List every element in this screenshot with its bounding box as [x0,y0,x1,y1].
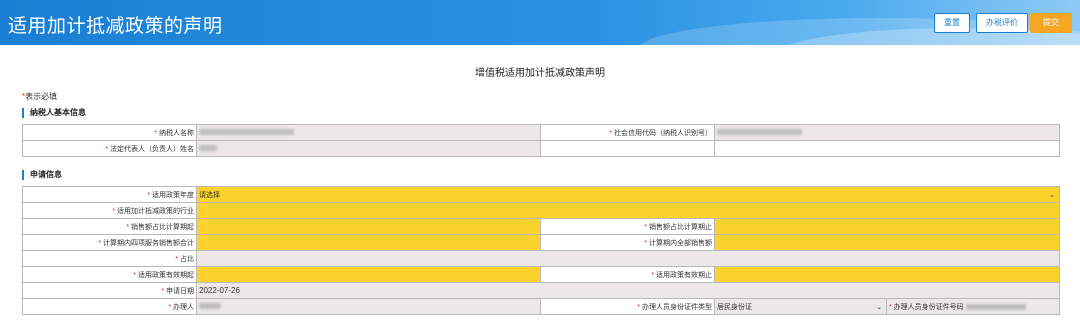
total-sales-label: * 计算期内全部销售额 [540,234,715,251]
evaluate-button[interactable]: 办税评价 [976,13,1028,33]
page-header: 适用加计抵减政策的声明 重置 办税评价 提交 [0,0,1080,45]
apply-date-label: * 申请日期 [22,282,197,299]
required-note-text: 表示必填 [25,92,58,101]
four-service-sales-label: * 计算期内四项服务销售额合计 [22,234,197,251]
taxpayer-name-value [196,124,541,141]
sales-period-start-label: * 销售额占比计算期起 [22,218,197,235]
credit-code-value [714,124,1060,141]
taxpayer-info-table: * 纳税人名称 * 社会信用代码（纳税人识别号） * 法定代表人（负责人）姓名 [22,124,1060,157]
handler-id-type-select[interactable]: 居民身份证 ⌄ [714,298,887,315]
handler-id-type-label: * 办理人员身份证件类型 [540,298,715,315]
application-info-table: * 适用政策年度 请选择 ⌄ * 适用加计抵减政策的行业 * 销售额占比计算期起 … [22,186,1060,315]
empty-cell [714,140,1060,157]
required-note: *表示必填 [22,91,57,102]
page-title: 适用加计抵减政策的声明 [8,16,223,37]
valid-end-input[interactable] [714,266,1060,283]
apply-date-value: 2022-07-26 [196,282,1060,299]
valid-start-input[interactable] [196,266,541,283]
application-section-title: 申请信息 [22,170,62,180]
legal-rep-value [196,140,541,157]
four-service-sales-input[interactable] [196,234,541,251]
document-title: 增值税适用加计抵减政策声明 [475,68,605,79]
ratio-value [196,250,1060,267]
sales-period-start-input[interactable] [196,218,541,235]
sales-period-end-input[interactable] [714,218,1060,235]
reset-button[interactable]: 重置 [934,13,970,33]
sales-period-end-label: * 销售额占比计算期止 [540,218,715,235]
industry-input[interactable] [196,202,1060,219]
credit-code-label: * 社会信用代码（纳税人识别号） [540,124,715,141]
chevron-down-icon: ⌄ [1049,191,1055,199]
total-sales-input[interactable] [714,234,1060,251]
handler-id-number-cell: * 办理人员身份证件号码 [886,298,1060,315]
legal-rep-label: * 法定代表人（负责人）姓名 [22,140,197,157]
policy-year-label: * 适用政策年度 [22,186,197,203]
submit-button[interactable]: 提交 [1030,13,1072,33]
industry-label: * 适用加计抵减政策的行业 [22,202,197,219]
handler-label: * 办理人 [22,298,197,315]
empty-cell [540,140,715,157]
policy-year-select[interactable]: 请选择 ⌄ [196,186,1060,203]
taxpayer-section-title: 纳税人基本信息 [22,108,86,118]
handler-id-number-label: 办理人员身份证件号码 [893,303,964,311]
ratio-label: * 占比 [22,250,197,267]
valid-start-label: * 适用政策有效期起 [22,266,197,283]
handler-value [196,298,541,315]
chevron-down-icon: ⌄ [876,303,882,311]
taxpayer-name-label: * 纳税人名称 [22,124,197,141]
valid-end-label: * 适用政策有效期止 [540,266,715,283]
